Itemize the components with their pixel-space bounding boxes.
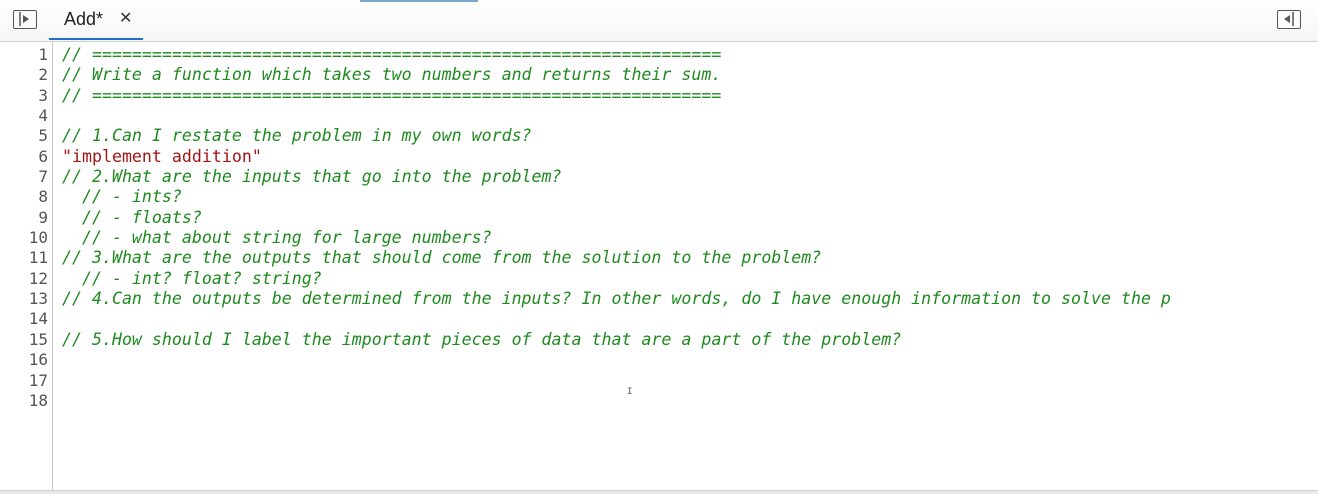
line-number: 11 [28,248,48,268]
code-line[interactable] [62,371,1318,391]
tab-bar: Add* ✕ [0,0,1318,42]
line-number: 1 [38,45,48,64]
line-number: 7 [38,167,48,187]
code-editor[interactable]: 1 2 3 4 5 6 7 8 9 10 11 12 13 14 15 16 17 18 // =========… [0,42,1318,490]
line-number-gutter: 1 2 3 4 5 6 7 8 9 10 11 12 13 14 15 16 17 18 [0,42,53,490]
line-number: 13 [28,289,48,309]
line-number: 15 [28,329,48,349]
text-cursor-icon: I [627,387,633,397]
code-area[interactable]: // =====================================… [62,45,1318,411]
line-numbers: 1 2 3 4 5 6 7 8 9 10 11 12 13 14 15 16 17 18 [0,45,48,411]
code-line[interactable]: // Write a function which takes two numb… [62,65,1318,85]
tab-close-icon[interactable]: ✕ [119,8,132,27]
code-line[interactable]: // =====================================… [62,45,1318,65]
line-number: 18 [28,390,48,410]
tab-label: Add* [64,9,104,29]
line-number: 6 [38,146,48,166]
line-number: 14 [28,309,48,329]
line-number: 17 [28,370,48,390]
code-line[interactable]: // 5.How should I label the important pi… [62,330,1318,350]
top-accent-bar [360,0,478,2]
line-number: 12 [28,268,48,288]
line-number: 10 [28,228,48,248]
line-number: 16 [28,350,48,370]
code-line[interactable] [62,391,1318,411]
code-line[interactable]: // - ints? [62,187,1318,207]
tab-add[interactable]: Add* ✕ [49,0,143,40]
code-line[interactable] [62,309,1318,329]
line-number: 5 [38,126,48,146]
line-number: 8 [38,187,48,207]
code-line[interactable]: // 1.Can I restate the problem in my own… [62,126,1318,146]
line-number: 4 [38,106,48,126]
code-line[interactable]: // - floats? [62,208,1318,228]
editor-window: Add* ✕ 1 2 3 4 5 6 7 8 9 10 11 12 13 14 15 16 17 18 // ==… [0,0,1318,494]
code-line[interactable]: // - int? float? string? [62,269,1318,289]
code-line[interactable] [62,106,1318,126]
code-line[interactable]: // 4.Can the outputs be determined from … [62,289,1318,309]
sidebar-toggle-right-icon[interactable] [1277,10,1301,29]
code-line[interactable]: // 2.What are the inputs that go into th… [62,167,1318,187]
bottom-border [0,490,1318,494]
line-number: 3 [38,85,48,105]
line-number: 9 [38,207,48,227]
code-line[interactable]: // =====================================… [62,86,1318,106]
code-line[interactable]: "implement addition" [62,147,1318,167]
code-line[interactable]: // - what about string for large numbers… [62,228,1318,248]
code-line[interactable]: // 3.What are the outputs that should co… [62,248,1318,268]
line-number: 2 [38,65,48,85]
sidebar-toggle-left-icon[interactable] [13,10,37,29]
code-line[interactable] [62,350,1318,370]
